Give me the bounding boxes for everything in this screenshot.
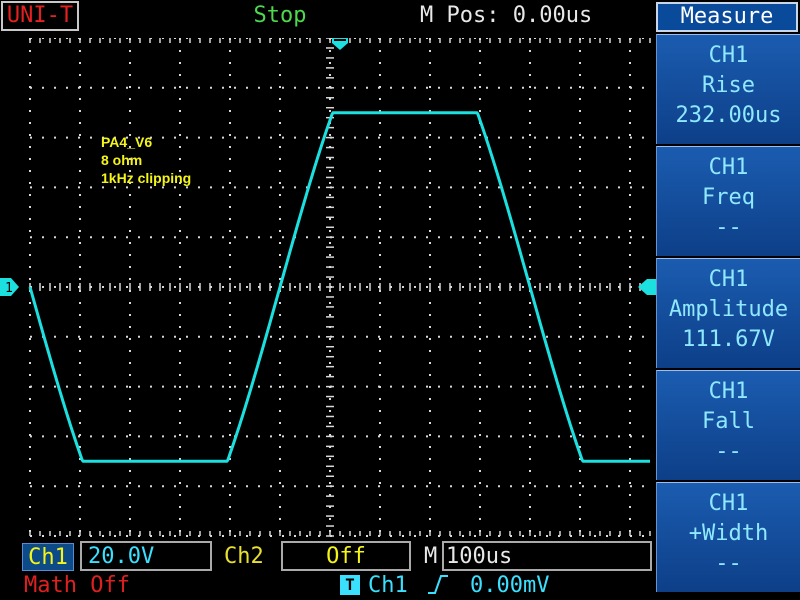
measure-slot-4-value: -- — [715, 439, 742, 464]
measure-slot-3-value: 111.67V — [682, 327, 775, 352]
measure-slot-2-channel: CH1 — [708, 155, 749, 180]
timebase-value[interactable]: 100us — [442, 541, 652, 571]
menu-title: Measure — [656, 2, 798, 32]
ch2-volts-div[interactable]: Off — [281, 541, 411, 571]
measure-slot-4-name: Fall — [702, 409, 755, 434]
measure-slot-1-channel: CH1 — [708, 43, 749, 68]
annotation-line-3: 1kHz clipping — [101, 170, 192, 186]
annotation-line-2: 8 ohm — [101, 152, 143, 168]
measure-slot-2-value: -- — [715, 215, 742, 240]
brand-logo: UNI-T — [1, 1, 79, 31]
ch1-marker-label: 1 — [5, 281, 13, 296]
measure-slot-5-value: -- — [715, 551, 742, 576]
measure-slot-1[interactable]: CH1 Rise 232.00us — [656, 34, 800, 144]
measure-slot-4[interactable]: CH1 Fall -- — [656, 370, 800, 480]
main-position-readout: M Pos: 0.00us — [420, 2, 620, 30]
measure-slot-5-channel: CH1 — [708, 491, 749, 516]
math-status: Math Off — [24, 573, 130, 598]
annotation: PA4_V6 8 ohm 1kHz clipping — [101, 133, 191, 187]
trigger-level-marker-icon[interactable] — [636, 279, 656, 295]
measure-slot-3-channel: CH1 — [708, 267, 749, 292]
trigger-source: Ch1 — [368, 573, 408, 598]
measure-slot-3-name: Amplitude — [668, 297, 789, 322]
measure-slot-5-name: +Width — [688, 521, 769, 546]
measure-slot-2[interactable]: CH1 Freq -- — [656, 146, 800, 256]
ch1-ground-marker[interactable]: 1 — [0, 277, 20, 297]
measure-slot-2-name: Freq — [702, 185, 755, 210]
ch1-volts-div[interactable]: 20.0V — [80, 541, 212, 571]
waveform-display — [0, 38, 656, 538]
trigger-position-marker-icon[interactable] — [330, 38, 350, 52]
measure-slot-4-channel: CH1 — [708, 379, 749, 404]
timebase-label: M — [424, 544, 438, 569]
run-status: Stop — [253, 3, 307, 28]
measure-slot-5[interactable]: CH1 +Width -- — [656, 482, 800, 592]
measure-slot-1-value: 232.00us — [675, 103, 782, 128]
trigger-level: 0.00mV — [470, 573, 550, 598]
trigger-icon: T — [340, 575, 360, 595]
ch1-label[interactable]: Ch1 — [22, 543, 74, 571]
graticule — [28, 38, 651, 537]
measure-slot-1-name: Rise — [702, 73, 755, 98]
measure-slot-3[interactable]: CH1 Amplitude 111.67V — [656, 258, 800, 368]
annotation-line-1: PA4_V6 — [101, 134, 153, 150]
ch2-label[interactable]: Ch2 — [224, 543, 264, 571]
mpos-value: 0.00us — [512, 3, 593, 28]
rising-edge-icon — [428, 575, 448, 594]
mpos-label: M Pos: — [420, 3, 500, 28]
